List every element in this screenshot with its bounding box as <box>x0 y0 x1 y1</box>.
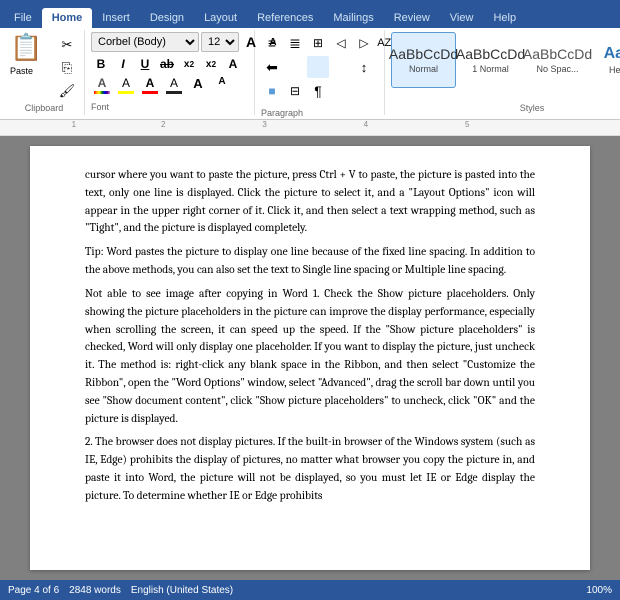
font-label: Font <box>91 100 109 112</box>
multilevel-list-button[interactable]: ⊞ <box>307 32 329 54</box>
paragraph-2: Tip: Word pastes the picture to display … <box>85 243 535 279</box>
clear-format-button[interactable]: A <box>223 54 243 74</box>
font-color2-button[interactable]: A <box>163 76 185 98</box>
tab-help[interactable]: Help <box>483 8 526 28</box>
language: English (United States) <box>131 585 233 596</box>
status-left: Page 4 of 6 2848 words English (United S… <box>8 585 576 596</box>
word-count: 2848 words <box>69 585 121 596</box>
bullets-button[interactable]: ≡ <box>261 32 283 54</box>
align-left-button[interactable]: ⬅ <box>261 56 283 78</box>
increase-indent-button[interactable]: ▷ <box>353 32 375 54</box>
style-nospace-button[interactable]: AaBbCcDd No Spac... <box>525 32 590 88</box>
pilcrow-button[interactable]: ¶ <box>307 80 329 102</box>
copy-button[interactable]: ⎘ <box>56 57 78 79</box>
decrease-indent-button[interactable]: ◁ <box>330 32 352 54</box>
strikethrough-button[interactable]: ab <box>157 54 177 74</box>
font-group: Corbel (Body) 12 A A B I U ab x2 x2 A A … <box>85 30 255 115</box>
subscript-button[interactable]: x2 <box>179 54 199 74</box>
ribbon-tabs: File Home Insert Design Layout Reference… <box>0 0 620 28</box>
paragraph-4: 2. The browser does not display pictures… <box>85 433 535 504</box>
font-family-select[interactable]: Corbel (Body) <box>91 32 199 52</box>
cut-button[interactable]: ✂ <box>56 34 78 56</box>
paste-button[interactable]: 📋 Paste <box>10 32 54 98</box>
style-heading-label: Headi... <box>609 65 620 75</box>
styles-group: AaBbCcDd Normal AaBbCcDd 1 Normal AaBbCc… <box>385 30 620 115</box>
ruler-marks: 1 2 3 4 5 <box>12 120 608 135</box>
paste-icon: 📋 <box>10 32 42 62</box>
font-size-select[interactable]: 12 <box>201 32 239 52</box>
format-painter-button[interactable]: 🖌 <box>56 80 78 102</box>
tab-review[interactable]: Review <box>384 8 440 28</box>
align-center-button[interactable] <box>284 56 306 78</box>
bold-button[interactable]: B <box>91 54 111 74</box>
ruler: 1 2 3 4 5 <box>0 120 620 136</box>
font-size-grow2-button[interactable]: A <box>187 76 209 98</box>
tab-references[interactable]: References <box>247 8 323 28</box>
page-info: Page 4 of 6 <box>8 585 59 596</box>
paragraph-label: Paragraph <box>261 106 303 118</box>
text-effects-button[interactable]: A <box>91 76 113 98</box>
paragraph-1: cursor where you want to paste the pictu… <box>85 166 535 237</box>
status-bar: Page 4 of 6 2848 words English (United S… <box>0 580 620 600</box>
document-content: cursor where you want to paste the pictu… <box>85 166 535 505</box>
italic-button[interactable]: I <box>113 54 133 74</box>
style-1normal-preview: AaBbCcDd <box>456 46 525 62</box>
tab-file[interactable]: File <box>4 8 42 28</box>
tab-mailings[interactable]: Mailings <box>323 8 383 28</box>
tab-insert[interactable]: Insert <box>92 8 140 28</box>
style-normal-button[interactable]: AaBbCcDd Normal <box>391 32 456 88</box>
styles-label: Styles <box>520 101 545 113</box>
style-nospace-preview: AaBbCcDd <box>523 46 592 62</box>
style-1normal-label: 1 Normal <box>472 64 509 74</box>
style-nospace-label: No Spac... <box>536 64 578 74</box>
paragraph-group: ≡ ≣ ⊞ ◁ ▷ AZ↓ ⬅ ↕ ■ ⊟ ¶ Paragraph <box>255 30 385 115</box>
tab-design[interactable]: Design <box>140 8 194 28</box>
shading-button[interactable]: ■ <box>261 80 283 102</box>
document-page: cursor where you want to paste the pictu… <box>30 146 590 570</box>
style-normal-preview: AaBbCcDd <box>389 46 458 62</box>
line-spacing-button[interactable]: ↕ <box>353 56 375 78</box>
superscript-button[interactable]: x2 <box>201 54 221 74</box>
style-1normal-button[interactable]: AaBbCcDd 1 Normal <box>458 32 523 88</box>
tab-view[interactable]: View <box>440 8 484 28</box>
style-heading-button[interactable]: AaBb Headi... <box>592 32 620 88</box>
font-color-button[interactable]: A <box>139 76 161 98</box>
style-heading-preview: AaBb <box>604 45 620 63</box>
font-size-shrink2-button[interactable]: A <box>211 76 233 98</box>
align-right-button[interactable] <box>307 56 329 78</box>
border-button[interactable]: ⊟ <box>284 80 306 102</box>
paragraph-3: Not able to see image after copying in W… <box>85 285 535 428</box>
clipboard-group: 📋 Paste ✂ ⎘ 🖌 Clipboard <box>4 30 85 115</box>
tab-layout[interactable]: Layout <box>194 8 247 28</box>
style-normal-label: Normal <box>409 64 438 74</box>
paste-label: Paste <box>10 66 33 76</box>
status-right: 100% <box>586 585 612 596</box>
justify-button[interactable] <box>330 56 352 78</box>
tab-home[interactable]: Home <box>42 8 93 28</box>
underline-button[interactable]: U <box>135 54 155 74</box>
numbering-button[interactable]: ≣ <box>284 32 306 54</box>
document-area[interactable]: cursor where you want to paste the pictu… <box>0 136 620 580</box>
zoom-level: 100% <box>586 585 612 596</box>
ribbon-toolbar: 📋 Paste ✂ ⎘ 🖌 Clipboard Corbel (Body) 12… <box>0 28 620 120</box>
highlight-color-button[interactable]: A <box>115 76 137 98</box>
clipboard-label: Clipboard <box>25 101 64 113</box>
